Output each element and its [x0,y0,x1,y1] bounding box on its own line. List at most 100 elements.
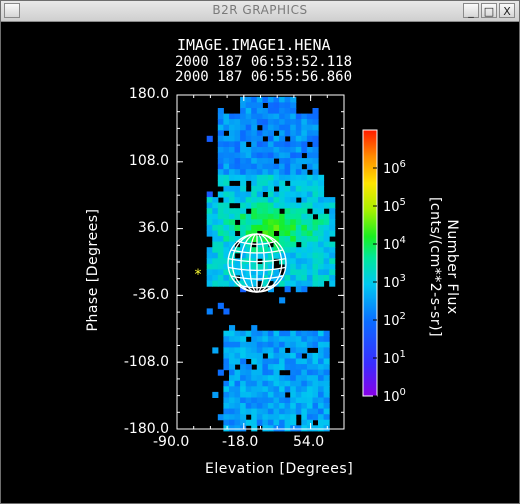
heatmap-cell [256,180,263,187]
heatmap-cell [256,364,263,371]
heatmap-cell [251,96,258,103]
heatmap-cell [301,247,308,254]
heatmap-cell [256,403,263,410]
heatmap-cell [279,425,286,432]
heatmap-cell [290,403,297,410]
heatmap-cell [306,391,313,398]
heatmap-cell [273,141,280,148]
heatmap-cell [312,280,319,287]
minimize-button[interactable]: _ [463,3,479,18]
heatmap-cell [323,347,330,354]
heatmap-cell [234,347,241,354]
heatmap-cell [323,391,330,398]
heatmap-cell [312,119,319,126]
heatmap-cell [245,263,252,270]
heatmap-cell [306,236,313,243]
heatmap-cell [273,419,280,426]
heatmap-cell [245,341,252,348]
heatmap-cell [240,375,247,382]
heatmap-cell [312,397,319,404]
heatmap-cell [262,364,269,371]
heatmap-cell [267,202,274,209]
heatmap-cell [262,163,269,170]
heatmap-cell [217,241,224,248]
heatmap-cell [318,330,325,337]
heatmap-cell [251,386,258,393]
heatmap-cell [312,124,319,131]
heatmap-cell [295,375,302,382]
heatmap-cell [229,408,236,415]
colorbar-tick-label: 103 [383,273,406,291]
heatmap-cell [212,391,219,398]
heatmap-cell [323,364,330,371]
heatmap-cell [229,169,236,176]
heatmap-cell [301,403,308,410]
heatmap-cell [240,369,247,376]
heatmap-cell [262,197,269,204]
heatmap-cell [318,236,325,243]
heatmap-cell [256,219,263,226]
heatmap-cell [301,147,308,154]
heatmap-cell [262,180,269,187]
heatmap-cell [273,135,280,142]
heatmap-cell [301,169,308,176]
heatmap-cell [223,336,230,343]
heatmap-cell [284,403,291,410]
heatmap-cell [256,358,263,365]
heatmap-cell [279,169,286,176]
heatmap-cell [284,108,291,115]
heatmap-cell [295,391,302,398]
heatmap-cell [229,124,236,131]
heatmap-cell [267,375,274,382]
heatmap-cell [301,113,308,120]
heatmap-cell [290,414,297,421]
heatmap-cell [295,174,302,181]
heatmap-cell [223,347,230,354]
heatmap-cell [306,275,313,282]
heatmap-cell [262,391,269,398]
heatmap-cell [262,419,269,426]
heatmap-cell [306,358,313,365]
heatmap-cell [318,263,325,270]
heatmap-cell [306,414,313,421]
heatmap-cell [212,219,219,226]
heatmap-cell [251,358,258,365]
heatmap-cell [223,224,230,231]
close-button[interactable]: X [499,3,515,18]
colorbar-tick-base: 10 [383,238,400,253]
heatmap-cell [306,191,313,198]
heatmap-cell [206,230,213,237]
colorbar-tick-base: 10 [383,352,400,367]
heatmap-cell [295,163,302,170]
heatmap-cell [312,113,319,120]
heatmap-cell [306,174,313,181]
heatmap-cell [295,135,302,142]
heatmap-cell [223,174,230,181]
heatmap-cell [306,213,313,220]
heatmap-cell [301,202,308,209]
heatmap-cell [256,141,263,148]
heatmap-cell [251,113,258,120]
heatmap-cell [295,169,302,176]
heatmap-cell [245,252,252,259]
heatmap-cell [318,241,325,248]
heatmap-cell [217,269,224,276]
heatmap-cell [229,130,236,137]
heatmap-cell [284,124,291,131]
heatmap-cell [323,336,330,343]
heatmap-cell [206,269,213,276]
heatmap-cell [273,425,280,432]
title-bar[interactable]: B2R GRAPHICS _ □ X [1,1,519,22]
heatmap-cell [323,352,330,359]
heatmap-cell [267,185,274,192]
heatmap-cell [267,119,274,126]
heatmap-cell [245,352,252,359]
heatmap-cell [217,180,224,187]
heatmap-cell [223,113,230,120]
heatmap-cell [284,419,291,426]
heatmap-cell [217,141,224,148]
heatmap-cell [312,236,319,243]
heatmap-cell [223,124,230,131]
heatmap-cell [267,213,274,220]
maximize-button[interactable]: □ [481,3,497,18]
